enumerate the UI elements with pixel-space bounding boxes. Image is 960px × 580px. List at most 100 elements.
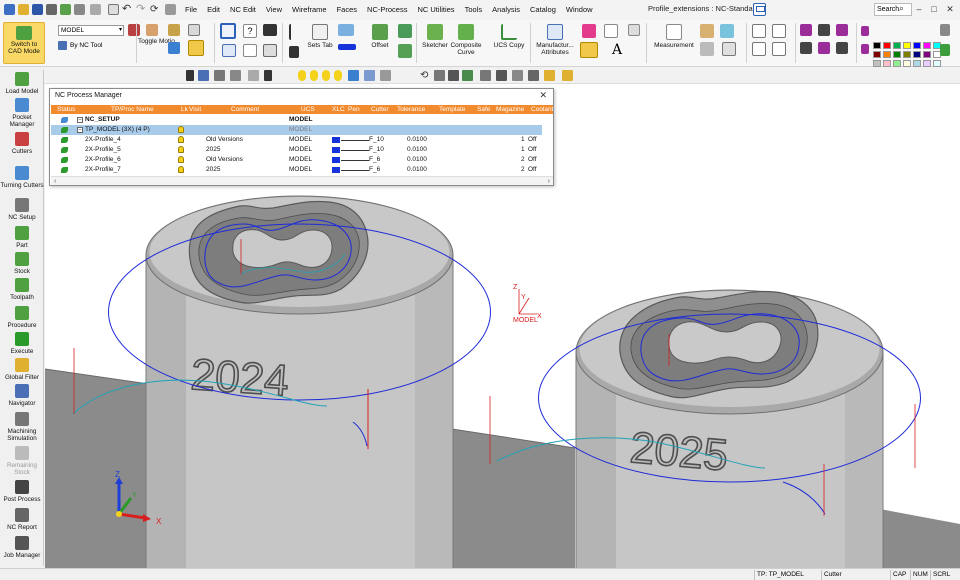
render-icon[interactable] — [700, 24, 714, 38]
column-header[interactable]: Visit — [189, 105, 201, 114]
menu-nc-process[interactable]: NC-Process — [362, 4, 412, 16]
scroll-right-icon[interactable]: › — [548, 177, 550, 186]
column-header[interactable]: Cutter — [371, 105, 389, 114]
edit-icon[interactable] — [722, 42, 736, 56]
palette-swatch[interactable] — [873, 51, 881, 58]
dimension-icon[interactable] — [289, 24, 299, 40]
search-icon[interactable]: ⌕ — [899, 3, 904, 14]
menu-view[interactable]: View — [261, 4, 287, 16]
palette-swatch[interactable] — [913, 51, 921, 58]
zoom-fit-icon[interactable] — [752, 42, 766, 56]
sets-tab-button[interactable]: Sets Tab — [306, 24, 334, 49]
select-icon[interactable] — [186, 70, 194, 81]
light-on-icon[interactable] — [298, 70, 306, 81]
shade-mode-icon[interactable] — [348, 70, 359, 81]
app-badge-icon[interactable] — [753, 3, 766, 16]
pen-icon[interactable] — [861, 44, 869, 54]
help-icon[interactable]: ? — [243, 24, 257, 38]
sidebar-item-cutters[interactable]: Cutters — [0, 132, 44, 155]
tool-holder-icon[interactable] — [580, 42, 598, 58]
tile-icon[interactable] — [818, 42, 830, 54]
redo-icon[interactable]: ↷ — [136, 4, 147, 15]
column-header[interactable]: XLC — [332, 105, 345, 114]
cube-icon[interactable] — [364, 70, 375, 81]
curve-icon[interactable] — [338, 24, 354, 36]
palette-swatch[interactable] — [913, 42, 921, 49]
refresh-icon[interactable]: ⟳ — [150, 4, 161, 15]
menu-analysis[interactable]: Analysis — [487, 4, 525, 16]
palette-swatch[interactable] — [883, 60, 891, 67]
pointer-icon[interactable] — [861, 26, 869, 36]
palette-swatch[interactable] — [893, 51, 901, 58]
column-header[interactable]: Safe — [477, 105, 490, 114]
search-input[interactable]: Search — [874, 3, 912, 16]
sidebar-item-job-manager[interactable]: Job Manager — [0, 536, 44, 559]
visibility-bulb-icon[interactable] — [178, 136, 184, 143]
sidebar-item-toolpath[interactable]: Toolpath — [0, 278, 44, 301]
table-row-setup[interactable]: – NC_SETUP MODEL — [51, 115, 542, 125]
sidebar-item-nc-setup[interactable]: NC Setup — [0, 198, 44, 221]
column-header[interactable]: Tolerance — [397, 105, 425, 114]
palette-swatch[interactable] — [893, 42, 901, 49]
light-off-icon[interactable] — [322, 70, 330, 81]
visibility-bulb-icon[interactable] — [178, 156, 184, 163]
render-mode-icon[interactable] — [380, 70, 391, 81]
expand-icon[interactable]: – — [77, 117, 83, 123]
grid-toggle-icon[interactable] — [528, 70, 539, 81]
new-file-icon[interactable] — [4, 4, 15, 15]
sidebar-item-pocket-manager[interactable]: Pocket Manager — [0, 98, 44, 128]
clip-icon[interactable] — [512, 70, 523, 81]
open-file-icon[interactable] — [18, 4, 29, 15]
hand-tool-icon[interactable] — [146, 24, 158, 36]
stock-view-icon[interactable] — [168, 42, 180, 54]
menu-window[interactable]: Window — [561, 4, 598, 16]
display-icon[interactable] — [263, 24, 277, 36]
snap-icon[interactable] — [230, 70, 241, 81]
palette-swatch[interactable] — [883, 42, 891, 49]
cutter-edit-icon[interactable] — [128, 24, 140, 36]
palette-swatch[interactable] — [903, 42, 911, 49]
machine-icon[interactable] — [544, 70, 555, 81]
arrow-icon[interactable] — [604, 24, 618, 38]
visibility-bulb-icon[interactable] — [178, 146, 184, 153]
switch-to-cad-button[interactable]: Switch to CAD Mode — [3, 22, 45, 64]
filter-icon[interactable] — [289, 46, 299, 58]
table-row[interactable]: 2X-Profile_5 2025 MODEL F_10 0.0100 1 Off — [51, 145, 542, 155]
palette-swatch[interactable] — [893, 60, 901, 67]
table-row-toolpath[interactable]: – TP_MODEL (3X) (4 P) MODEL — [51, 125, 542, 135]
save-icon[interactable] — [32, 4, 43, 15]
sidebar-item-part[interactable]: Part — [0, 226, 44, 249]
face-icon[interactable] — [398, 44, 412, 58]
origin-icon[interactable] — [434, 70, 445, 81]
zoom-area-icon[interactable] — [772, 24, 786, 38]
color-palette[interactable] — [873, 42, 942, 68]
column-header[interactable]: Template — [439, 105, 465, 114]
window-icon[interactable] — [836, 24, 848, 36]
wireframe-icon[interactable] — [700, 42, 714, 56]
menu-edit[interactable]: Edit — [202, 4, 225, 16]
column-header[interactable]: TP/Proc Name — [111, 105, 154, 114]
close-icon[interactable]: ✕ — [539, 90, 547, 101]
minimize-icon[interactable]: – — [913, 2, 925, 16]
cursor-icon[interactable] — [562, 70, 573, 81]
grid-icon[interactable] — [90, 4, 101, 15]
palette-swatch[interactable] — [873, 42, 881, 49]
collapse-icon[interactable]: – — [77, 127, 83, 133]
align-icon[interactable] — [800, 24, 812, 36]
table-row[interactable]: 2X-Profile_6 Old Versions MODEL F_6 0.0100 2 O… — [51, 155, 542, 165]
nc-process-manager[interactable]: NC Process Manager ✕ Status TP/Proc Name… — [49, 88, 554, 186]
menu-catalog[interactable]: Catalog — [525, 4, 561, 16]
column-header[interactable]: Coolant — [531, 105, 553, 114]
sidebar-item-nc-report[interactable]: NC Report — [0, 508, 44, 531]
document-icon[interactable] — [108, 4, 119, 15]
bulb-icon[interactable] — [334, 70, 342, 81]
monitor-icon[interactable] — [263, 44, 277, 57]
ucs-copy-button[interactable]: UCS Copy — [492, 24, 526, 49]
sidebar-item-procedure[interactable]: Procedure — [0, 306, 44, 329]
menu-nc-edit[interactable]: NC Edit — [225, 4, 261, 16]
sidebar-item-execute[interactable]: Execute — [0, 332, 44, 355]
axis-icon[interactable] — [448, 70, 459, 81]
sidebar-item-load-model[interactable]: Load Model — [0, 72, 44, 95]
box-view-icon[interactable] — [188, 40, 204, 56]
palette-swatch[interactable] — [903, 51, 911, 58]
